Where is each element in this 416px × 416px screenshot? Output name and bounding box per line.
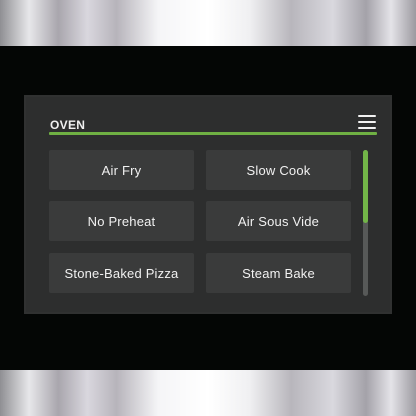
- stone-baked-pizza-button[interactable]: Stone-Baked Pizza: [49, 253, 194, 293]
- bottom-metal-trim: [0, 370, 416, 416]
- header-divider: [49, 132, 377, 135]
- hamburger-menu-icon[interactable]: [358, 115, 376, 130]
- page-title: OVEN: [50, 118, 86, 132]
- scrollbar-track[interactable]: [363, 150, 368, 296]
- scrollbar-thumb[interactable]: [363, 150, 368, 223]
- steam-bake-button[interactable]: Steam Bake: [206, 253, 351, 293]
- menu-line: [358, 127, 376, 129]
- no-preheat-button[interactable]: No Preheat: [49, 201, 194, 241]
- top-metal-trim: [0, 0, 416, 46]
- air-sous-vide-button[interactable]: Air Sous Vide: [206, 201, 351, 241]
- air-fry-button[interactable]: Air Fry: [49, 150, 194, 190]
- touch-screen: OVEN Air Fry Slow Cook No Preheat Air So…: [24, 95, 392, 314]
- slow-cook-button[interactable]: Slow Cook: [206, 150, 351, 190]
- menu-line: [358, 121, 376, 123]
- menu-line: [358, 115, 376, 117]
- screen-header: OVEN: [48, 107, 376, 133]
- cooking-mode-grid: Air Fry Slow Cook No Preheat Air Sous Vi…: [49, 150, 351, 295]
- oven-control-panel: OVEN Air Fry Slow Cook No Preheat Air So…: [0, 0, 416, 416]
